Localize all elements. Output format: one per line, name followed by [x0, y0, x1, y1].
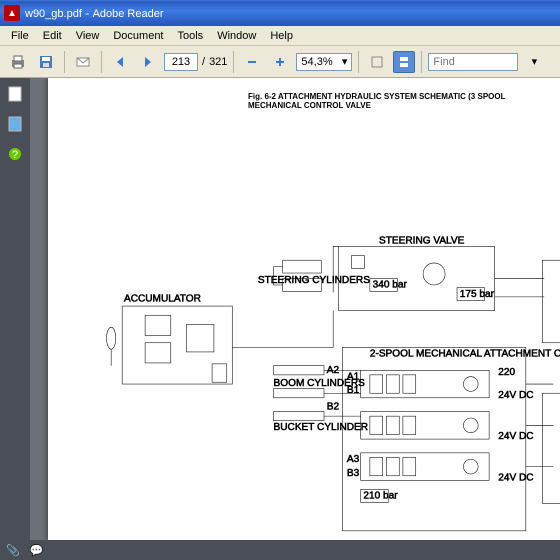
- page-separator: /: [202, 56, 205, 68]
- separator: [64, 51, 65, 73]
- svg-text:175 bar: 175 bar: [460, 289, 495, 300]
- scroll-mode-button[interactable]: [393, 51, 415, 73]
- figure-caption: Fig. 6-2 ATTACHMENT HYDRAULIC SYSTEM SCH…: [248, 92, 560, 110]
- menu-tools[interactable]: Tools: [171, 28, 211, 44]
- menu-window[interactable]: Window: [210, 28, 263, 44]
- fit-button[interactable]: [365, 50, 389, 74]
- email-button[interactable]: [71, 50, 95, 74]
- pages-panel-icon[interactable]: [7, 86, 23, 102]
- separator: [358, 51, 359, 73]
- svg-text:ACCUMULATOR: ACCUMULATOR: [124, 293, 201, 304]
- find-dropdown[interactable]: ▾: [522, 50, 546, 74]
- attachments-icon[interactable]: 📎: [6, 544, 20, 557]
- nav-sidebar: ?: [0, 78, 30, 540]
- svg-text:24V DC: 24V DC: [498, 390, 533, 401]
- toolbar: / 321 54,3%▾ ▾: [0, 46, 560, 78]
- separator: [233, 51, 234, 73]
- menu-document[interactable]: Document: [106, 28, 170, 44]
- page-number-input[interactable]: [164, 53, 198, 71]
- content-area: ? Fig. 6-2 ATTACHMENT HYDRAULIC SYSTEM S…: [0, 78, 560, 540]
- page-total: 321: [209, 56, 227, 68]
- status-bar: 📎 💬: [0, 540, 560, 560]
- svg-text:B3: B3: [347, 468, 360, 479]
- app-icon: ▲: [4, 5, 20, 21]
- svg-text:220: 220: [498, 367, 515, 378]
- print-button[interactable]: [6, 50, 30, 74]
- svg-text:BUCKET CYLINDER: BUCKET CYLINDER: [274, 422, 368, 433]
- menu-view[interactable]: View: [69, 28, 107, 44]
- svg-text:B2: B2: [327, 402, 340, 413]
- svg-text:210 bar: 210 bar: [363, 491, 398, 502]
- help-icon[interactable]: ?: [7, 146, 23, 162]
- find-input[interactable]: [428, 53, 518, 71]
- svg-text:STEERING VALVE: STEERING VALVE: [379, 236, 465, 247]
- document-view[interactable]: Fig. 6-2 ATTACHMENT HYDRAULIC SYSTEM SCH…: [30, 78, 560, 540]
- save-button[interactable]: [34, 50, 58, 74]
- svg-text:A1: A1: [347, 371, 360, 382]
- svg-text:B1: B1: [347, 385, 360, 396]
- zoom-in-button[interactable]: [268, 50, 292, 74]
- pdf-page: Fig. 6-2 ATTACHMENT HYDRAULIC SYSTEM SCH…: [48, 78, 560, 540]
- svg-text:?: ?: [12, 149, 18, 161]
- next-page-button[interactable]: [136, 50, 160, 74]
- menu-bar: File Edit View Document Tools Window Hel…: [0, 26, 560, 46]
- comments-icon[interactable]: 💬: [30, 544, 44, 557]
- bookmarks-panel-icon[interactable]: [7, 116, 23, 132]
- menu-file[interactable]: File: [4, 28, 36, 44]
- svg-text:24V DC: 24V DC: [498, 431, 533, 442]
- menu-edit[interactable]: Edit: [36, 28, 69, 44]
- zoom-out-button[interactable]: [240, 50, 264, 74]
- svg-text:340 bar: 340 bar: [373, 280, 408, 291]
- svg-text:STEERING CYLINDERS: STEERING CYLINDERS: [258, 275, 370, 286]
- svg-text:24V DC: 24V DC: [498, 472, 533, 483]
- separator: [101, 51, 102, 73]
- prev-page-button[interactable]: [108, 50, 132, 74]
- separator: [421, 51, 422, 73]
- menu-help[interactable]: Help: [263, 28, 300, 44]
- window-title: w90_gb.pdf - Adobe Reader: [25, 6, 164, 20]
- window-titlebar: ▲ w90_gb.pdf - Adobe Reader: [0, 0, 560, 26]
- zoom-level-select[interactable]: 54,3%▾: [296, 53, 352, 71]
- svg-text:A3: A3: [347, 454, 360, 465]
- svg-text:2-SPOOL MECHANICAL ATTACHMENT: 2-SPOOL MECHANICAL ATTACHMENT CONTROL VA…: [370, 349, 560, 360]
- hydraulic-schematic: ACCUMULATOR STEERING CYLINDERS: [88, 118, 560, 540]
